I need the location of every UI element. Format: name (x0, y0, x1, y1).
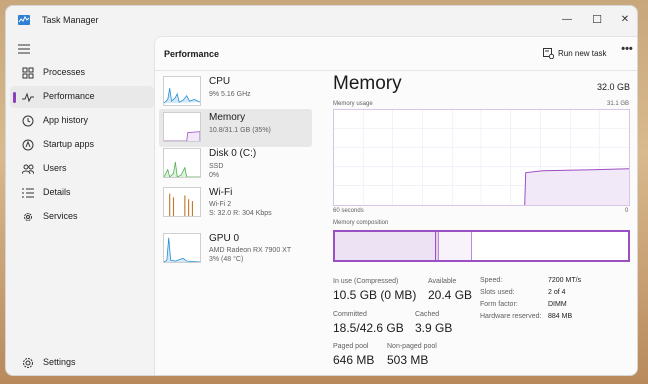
perf-item-name: Wi-Fi (209, 187, 233, 198)
committed-label: Committed (333, 311, 367, 318)
detail-title: Memory (333, 73, 402, 94)
history-icon (22, 115, 34, 127)
sidebar-item-label: Startup apps (43, 139, 95, 149)
spec-speed-value: 7200 MT/s (548, 277, 582, 284)
gpu-thumbnail-graph (163, 233, 201, 263)
cached-value: 3.9 GB (415, 321, 453, 335)
perf-item-detail: 10.8/31.1 GB (35%) (209, 127, 271, 134)
sidebar-item-label: Processes (43, 67, 86, 77)
users-icon (22, 164, 34, 175)
more-options-button[interactable]: ••• (619, 43, 635, 63)
perf-item-disk[interactable]: Disk 0 (C:) SSD 0% (159, 145, 312, 183)
cpu-thumbnail-graph (163, 76, 201, 106)
sidebar-item-settings[interactable]: Settings (10, 352, 154, 374)
perf-item-name: CPU (209, 76, 231, 87)
task-manager-app-icon (18, 15, 30, 25)
performance-panel: Performance Run new task ••• CPU 9% 5.16… (154, 36, 637, 375)
perf-item-detail: 9% 5.16 GHz (209, 91, 251, 98)
minimize-button[interactable]: — (553, 10, 581, 28)
sidebar-item-services[interactable]: Services (10, 206, 154, 228)
sidebar-item-label: Performance (43, 91, 95, 101)
sidebar-item-label: App history (43, 115, 89, 125)
task-manager-window: Task Manager — ☐ ✕ Processes Performance… (5, 5, 638, 376)
spec-form-factor-value: DIMM (548, 301, 567, 308)
memory-usage-max: 31.1 GB (607, 101, 630, 107)
perf-item-detail: AMD Radeon RX 7900 XT (209, 247, 292, 254)
available-value: 20.4 GB (428, 288, 473, 302)
hamburger-menu-icon[interactable] (18, 44, 30, 54)
time-span-label: 60 seconds (333, 208, 364, 214)
spec-slots-value: 2 of 4 (548, 289, 566, 296)
processes-icon (22, 67, 34, 79)
page-title: Performance (164, 49, 220, 59)
sidebar-item-label: Details (43, 187, 71, 197)
run-new-task-button[interactable]: Run new task (543, 44, 611, 64)
perf-item-detail-2: 0% (209, 172, 220, 179)
memory-usage-graph (333, 109, 630, 206)
settings-gear-icon (23, 358, 33, 368)
sidebar-item-users[interactable]: Users (10, 158, 154, 180)
perf-item-cpu[interactable]: CPU 9% 5.16 GHz (159, 73, 312, 111)
sidebar-item-processes[interactable]: Processes (10, 62, 154, 84)
sidebar-item-app-history[interactable]: App history (10, 110, 154, 132)
time-zero-label: 0 (625, 208, 629, 214)
sidebar-item-label: Settings (43, 357, 76, 367)
sidebar-item-startup-apps[interactable]: Startup apps (10, 134, 154, 156)
disk-thumbnail-graph (163, 148, 201, 178)
perf-item-detail: Wi-Fi 2 (209, 201, 232, 208)
memory-usage-area (524, 168, 629, 205)
spec-form-factor-label: Form factor: (480, 301, 518, 308)
header-divider (155, 70, 637, 71)
non-paged-pool-value: 503 MB (387, 353, 429, 367)
window-title: Task Manager (42, 15, 99, 25)
sidebar-item-label: Services (43, 211, 78, 221)
perf-item-gpu[interactable]: GPU 0 AMD Radeon RX 7900 XT 3% (48 °C) (159, 230, 312, 268)
memory-thumbnail-graph (163, 112, 201, 142)
composition-in-use (335, 232, 436, 260)
perf-item-detail-2: 3% (48 °C) (209, 256, 244, 263)
spec-hw-reserved-label: Hardware reserved: (480, 313, 542, 320)
run-new-task-label: Run new task (558, 49, 607, 58)
cached-label: Cached (415, 311, 440, 318)
performance-icon (22, 92, 34, 103)
details-list-icon (22, 188, 34, 198)
maximize-button[interactable]: ☐ (583, 10, 611, 28)
spec-hw-reserved-value: 884 MB (548, 313, 573, 320)
perf-item-name: Disk 0 (C:) (209, 148, 257, 159)
detail-total: 32.0 GB (597, 82, 631, 92)
paged-pool-label: Paged pool (333, 343, 369, 350)
spec-speed-label: Speed: (480, 277, 503, 284)
composition-standby (439, 232, 472, 260)
sidebar-item-details[interactable]: Details (10, 182, 154, 204)
perf-item-detail: SSD (209, 163, 224, 170)
spec-slots-label: Slots used: (480, 289, 515, 296)
wifi-thumbnail-graph (163, 187, 201, 217)
committed-value: 18.5/42.6 GB (333, 321, 404, 335)
run-task-icon (543, 48, 554, 59)
perf-item-wifi[interactable]: Wi-Fi Wi-Fi 2 S: 32.0 R: 304 Kbps (159, 184, 312, 222)
memory-composition-label: Memory composition (333, 220, 389, 226)
services-gear-icon (24, 213, 32, 221)
memory-usage-label: Memory usage (333, 101, 373, 107)
perf-item-name: GPU 0 (209, 233, 240, 244)
available-label: Available (428, 278, 457, 285)
startup-icon (22, 139, 34, 151)
active-indicator (13, 92, 16, 103)
perf-item-memory[interactable]: Memory 10.8/31.1 GB (35%) (159, 109, 312, 147)
paged-pool-value: 646 MB (333, 353, 375, 367)
title-bar: Task Manager — ☐ ✕ (6, 6, 637, 34)
in-use-label: In use (Compressed) (333, 278, 399, 285)
in-use-value: 10.5 GB (0 MB) (333, 288, 417, 302)
perf-item-detail-2: S: 32.0 R: 304 Kbps (209, 210, 272, 217)
close-button[interactable]: ✕ (611, 10, 637, 28)
non-paged-pool-label: Non-paged pool (387, 343, 437, 350)
sidebar-item-label: Users (43, 163, 67, 173)
memory-composition-bar (333, 230, 630, 262)
perf-item-name: Memory (209, 112, 246, 123)
sidebar-item-performance[interactable]: Performance (10, 86, 154, 108)
